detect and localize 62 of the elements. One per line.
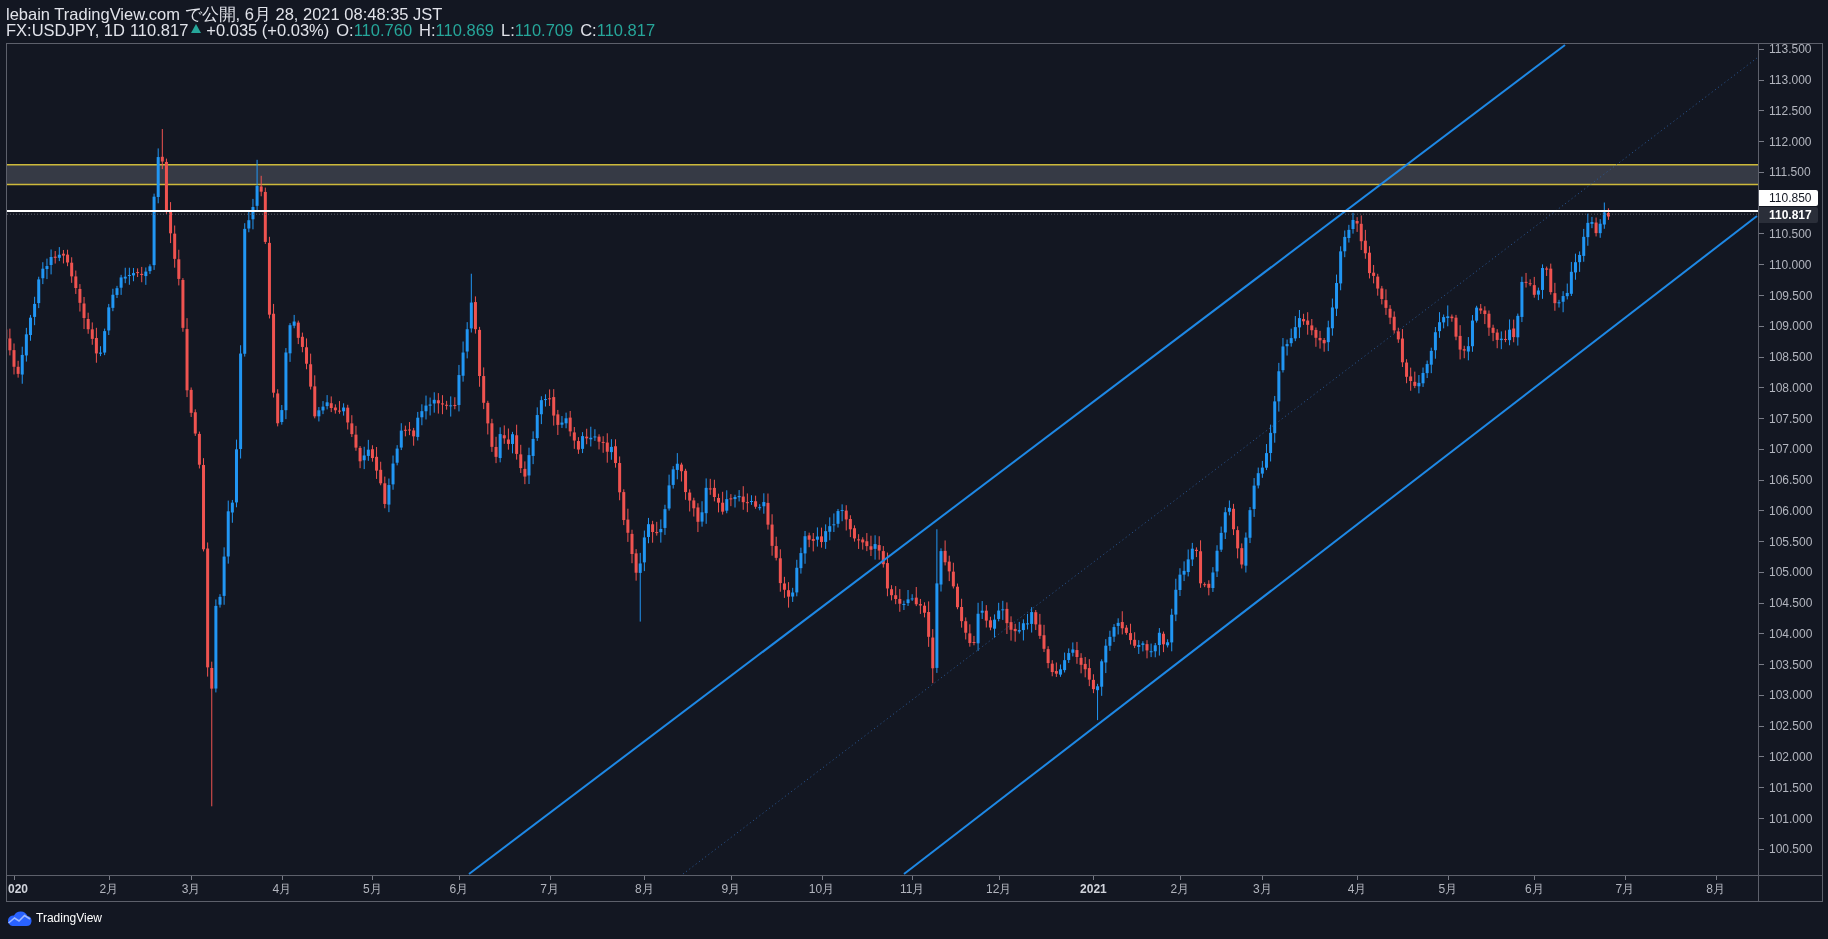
- time-axis-label: 6月: [1524, 882, 1544, 896]
- time-axis-label: 7月: [1615, 882, 1635, 896]
- price-axis-label: 103.500: [1769, 657, 1813, 672]
- time-axis-label: 10月: [808, 882, 835, 896]
- price-axis-label: 103.000: [1769, 688, 1813, 703]
- line-price-badge: 110.850: [1759, 190, 1818, 206]
- time-axis-label: 2月: [99, 882, 119, 896]
- price-axis-label: 107.000: [1769, 442, 1813, 457]
- time-axis-label: 8月: [1706, 882, 1725, 896]
- time-axis-label: 5月: [1438, 882, 1458, 896]
- price-axis-label: 102.500: [1769, 719, 1813, 734]
- time-axis-label: 4月: [1347, 882, 1367, 896]
- ohlc-value: 110.817: [596, 22, 656, 38]
- price-axis-label: 109.500: [1769, 288, 1813, 303]
- price-axis-label: 104.000: [1769, 626, 1813, 641]
- price-axis-label: 107.500: [1769, 411, 1813, 426]
- price-axis-label: 105.500: [1769, 534, 1813, 549]
- ohlc-label: O:: [336, 22, 354, 38]
- price-axis-label: 108.000: [1769, 380, 1813, 395]
- publisher-line: lebain TradingView.com で公開, 6月 28, 2021 08:48:35 JST: [6, 7, 443, 23]
- price-axis-label: 108.500: [1769, 350, 1813, 365]
- price-axis-label: 109.000: [1769, 319, 1813, 334]
- time-axis-label: 6月: [449, 882, 469, 896]
- symbol-interval: FX:USDJPY, 1D: [6, 22, 125, 38]
- ohlc-label: C:: [580, 22, 597, 38]
- time-axis-label: 3月: [181, 882, 201, 896]
- price-axis-label: 105.000: [1769, 565, 1813, 580]
- price-axis-label: 110.000: [1769, 257, 1812, 272]
- ohlc-value: 110.869: [435, 22, 494, 38]
- price-axis-label: 106.000: [1769, 503, 1813, 518]
- time-axis-label: 020: [8, 882, 29, 896]
- price-axis-label: 100.500: [1769, 842, 1813, 857]
- ohlc-label: L:: [501, 22, 515, 38]
- time-axis-label: 2月: [1170, 882, 1190, 896]
- price-axis-label: 106.500: [1769, 473, 1813, 488]
- time-axis-label: 4月: [272, 882, 292, 896]
- ohlc-value: 110.709: [514, 22, 574, 38]
- price-axis-label: 112.500: [1769, 103, 1812, 118]
- price-axis-label: 102.000: [1769, 750, 1813, 764]
- price-axis-label: 113.500: [1769, 44, 1812, 57]
- ohlc-value: 110.760: [353, 22, 413, 38]
- price-axis-label: 110.500: [1769, 226, 1812, 241]
- price-axis-label: 112.000: [1769, 134, 1812, 149]
- price-axis-label: 111.500: [1769, 165, 1811, 180]
- price-change: +0.035 (+0.03%): [206, 22, 330, 38]
- brand-name: TradingView: [36, 911, 103, 925]
- cloud-icon: [6, 910, 32, 926]
- time-axis-label: 9月: [721, 882, 741, 896]
- ohlc-label: H:: [419, 22, 436, 38]
- time-axis-label: 11月: [899, 882, 925, 896]
- price-axis-label: 101.500: [1769, 780, 1813, 795]
- time-axis-label: 5月: [363, 882, 382, 896]
- price-axis-label: 104.500: [1769, 596, 1813, 611]
- price-axis-label: 113.000: [1769, 73, 1812, 88]
- time-axis-label: 2021: [1080, 882, 1107, 896]
- last-price: 110.817: [129, 22, 189, 38]
- time-axis-label: 8月: [635, 882, 654, 896]
- time-axis-label: 7月: [540, 882, 559, 896]
- time-axis-label: 3月: [1253, 882, 1272, 896]
- time-axis-label: 12月: [986, 882, 1012, 896]
- last-price-badge: 110.817: [1759, 207, 1818, 223]
- price-axis-label: 101.000: [1769, 811, 1813, 826]
